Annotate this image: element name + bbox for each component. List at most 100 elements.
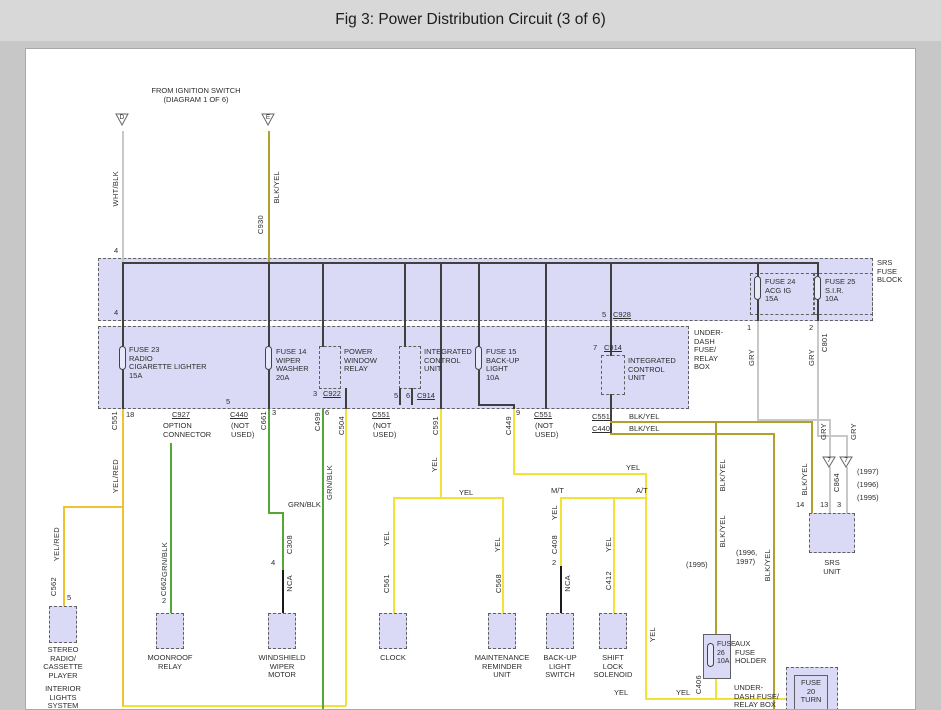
wire-label-gry: GRY bbox=[819, 423, 828, 440]
year-note-1997: (1997) bbox=[857, 468, 879, 477]
wire-label-grnblk: GRN/BLK bbox=[325, 465, 334, 500]
pin-4: 4 bbox=[114, 247, 118, 256]
connector-label-c499: C499 bbox=[313, 412, 322, 431]
wire-yelred bbox=[63, 506, 123, 508]
wire-yel bbox=[502, 497, 504, 614]
fuse24-label: FUSE 24 ACG IG 15A bbox=[765, 278, 795, 304]
backup-light-switch-label: BACK-UP LIGHT SWITCH bbox=[530, 654, 590, 680]
wire-label-yelred: YEL/RED bbox=[111, 459, 120, 493]
connector-label-c928: C928 bbox=[613, 311, 631, 320]
wire-yelred bbox=[63, 506, 65, 607]
integrated-control-unit2-label: INTEGRATED CONTROL UNIT bbox=[628, 357, 676, 383]
fuse23-symbol bbox=[119, 346, 126, 370]
wire-nca bbox=[282, 570, 284, 614]
year-note-1995: (1995) bbox=[857, 494, 879, 503]
wire-label-yel: YEL bbox=[382, 531, 391, 546]
wire-label-gry: GRY bbox=[807, 349, 816, 366]
integrated-control-unit2-box bbox=[601, 355, 625, 395]
connector-label-c562: C562 bbox=[49, 577, 58, 596]
wire-grnblk bbox=[282, 512, 284, 572]
wire-black bbox=[478, 404, 515, 406]
connector-label-c551: C551 bbox=[534, 411, 552, 420]
transmission-label-at: A/T bbox=[636, 487, 648, 496]
wire-black bbox=[122, 263, 124, 409]
fuse14-label: FUSE 14 WIPER WASHER 20A bbox=[276, 348, 309, 382]
connector-label-c412: C412 bbox=[604, 571, 613, 590]
wire-black bbox=[411, 388, 413, 405]
year-note-1996-1997: (1996, 1997) bbox=[736, 549, 757, 566]
wire-label-grnblk: GRN/BLK bbox=[160, 542, 169, 577]
wire-label-yel: YEL bbox=[430, 457, 439, 472]
wire-gry bbox=[757, 321, 759, 420]
triangle-7-label: 7 bbox=[822, 457, 836, 464]
connector-label-c406: C406 bbox=[694, 675, 703, 694]
clock-box bbox=[379, 613, 407, 649]
pin-9: 9 bbox=[516, 409, 520, 418]
wire-label-yelred: YEL/RED bbox=[52, 527, 61, 561]
connector-label-c440: C440 bbox=[592, 425, 610, 434]
wire-grnblk bbox=[268, 409, 270, 514]
wire-black bbox=[610, 394, 612, 435]
wire-nca bbox=[560, 566, 562, 614]
pin-13: 13 bbox=[820, 501, 828, 510]
wire-gry bbox=[846, 435, 848, 457]
under-dash-box-label: UNDER- DASH FUSE/ RELAY BOX bbox=[694, 329, 723, 372]
wire-label-blkyel: BLK/YEL bbox=[718, 515, 727, 548]
connector-label-c449: C449 bbox=[504, 416, 513, 435]
from-ignition-label: FROM IGNITION SWITCH (DIAGRAM 1 OF 6) bbox=[96, 87, 296, 104]
connector-label-c551: C551 bbox=[110, 411, 119, 430]
pin-2: 2 bbox=[162, 597, 166, 606]
wire-black bbox=[478, 370, 480, 405]
triangle-7-label: 7 bbox=[839, 457, 853, 464]
interior-lights-label: INTERIOR LIGHTS SYSTEM bbox=[33, 685, 93, 710]
wire-gry bbox=[846, 467, 848, 514]
wire-gry bbox=[817, 321, 819, 436]
wire-label-blkyel: BLK/YEL bbox=[629, 413, 659, 422]
wire-label-grnblk: GRN/BLK bbox=[288, 501, 321, 510]
wire-blkyel bbox=[811, 421, 813, 514]
pin-2: 2 bbox=[552, 559, 556, 568]
connector-label-c408: C408 bbox=[550, 535, 559, 554]
wire-yel bbox=[560, 497, 647, 499]
integrated-control-unit1-box bbox=[399, 346, 421, 389]
wire-label-blkyel: BLK/YEL bbox=[629, 425, 659, 434]
connector-label-c561: C561 bbox=[382, 574, 391, 593]
pin-5: 5 bbox=[394, 392, 398, 401]
wire-blkyel bbox=[773, 433, 775, 710]
connector-label-c308: C308 bbox=[285, 535, 294, 554]
clock-label: CLOCK bbox=[363, 654, 423, 663]
wire-label-yel: YEL bbox=[493, 537, 502, 552]
wire-label-nca: NCA bbox=[285, 575, 294, 592]
wire-black bbox=[545, 263, 547, 409]
connector-label-c914: C914 bbox=[417, 392, 435, 401]
wire-yel bbox=[122, 705, 346, 707]
pin-6: 6 bbox=[325, 409, 329, 418]
windshield-wiper-motor-box bbox=[268, 613, 296, 649]
wire-black bbox=[322, 263, 324, 347]
transmission-label-mt: M/T bbox=[551, 487, 564, 496]
wire-black bbox=[345, 388, 347, 409]
wire-grnblk bbox=[322, 409, 324, 710]
wire-yel bbox=[613, 497, 615, 614]
not-used-label: (NOT USED) bbox=[373, 422, 396, 439]
pin-4: 4 bbox=[114, 309, 118, 318]
not-used-label: (NOT USED) bbox=[535, 422, 558, 439]
connector-label-c662: C662 bbox=[159, 577, 168, 596]
pin-5: 5 bbox=[602, 311, 606, 320]
wire-bus bbox=[122, 262, 819, 264]
connector-label-c568: C568 bbox=[494, 574, 503, 593]
shift-lock-solenoid-box bbox=[599, 613, 627, 649]
maintenance-reminder-box bbox=[488, 613, 516, 649]
srs-fuse-block-label: SRS FUSE BLOCK bbox=[877, 259, 902, 285]
wire-yelred bbox=[122, 409, 124, 706]
connector-label-c927: C927 bbox=[172, 411, 190, 420]
power-window-relay-box bbox=[319, 346, 341, 389]
wire-blkyel bbox=[268, 131, 270, 263]
connector-label-c914: C914 bbox=[604, 344, 622, 353]
pin-4: 4 bbox=[271, 559, 275, 568]
wire-yel bbox=[645, 473, 647, 700]
wire-label-yel: YEL bbox=[648, 627, 657, 642]
wire-yel bbox=[560, 497, 562, 568]
stereo-box bbox=[49, 606, 77, 643]
stereo-label: STEREO RADIO/ CASSETTE PLAYER bbox=[33, 646, 93, 680]
